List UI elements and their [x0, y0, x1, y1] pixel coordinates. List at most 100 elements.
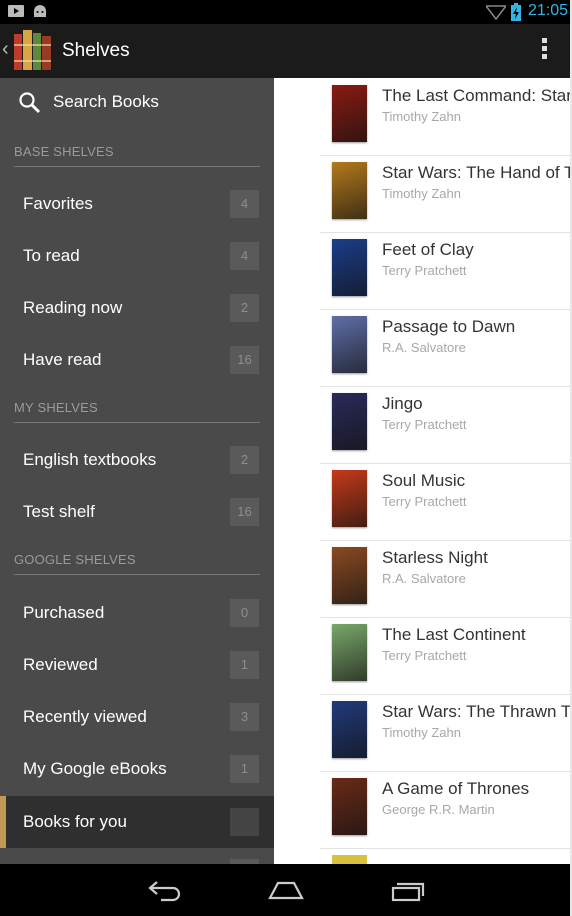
page-title: Shelves [62, 40, 130, 61]
navigation-drawer: Search Books BASE SHELVES Favorites 4 To… [0, 78, 274, 864]
shelf-item-to-read[interactable]: To read 4 [0, 230, 274, 282]
recent-apps-icon[interactable] [391, 880, 425, 902]
book-author: Terry Pratchett [382, 417, 467, 432]
shelf-label: Favorites [23, 194, 93, 213]
book-author: Terry Pratchett [382, 648, 467, 663]
book-cover [332, 239, 367, 296]
shelf-label: To read [23, 246, 80, 265]
app-logo-bookshelf-icon[interactable] [12, 30, 56, 72]
shelf-item-purchased[interactable]: Purchased 0 [0, 587, 274, 639]
shelf-item-recently-viewed[interactable]: Recently viewed 3 [0, 691, 274, 743]
section-title: GOOGLE SHELVES [14, 552, 136, 567]
back-icon[interactable] [147, 878, 183, 902]
book-author: Timothy Zahn [382, 725, 461, 740]
book-title: Star Wars: The Thrawn Tr [382, 702, 572, 721]
book-title: The Last Continent [382, 625, 526, 644]
shelf-item-reviewed[interactable]: Reviewed 1 [0, 639, 274, 691]
section-header-my-shelves: MY SHELVES [14, 392, 260, 423]
book-cover [332, 316, 367, 373]
book-list-item[interactable]: Star Wars: The Thrawn Tr Timothy Zahn [320, 694, 572, 772]
book-cover [332, 85, 367, 142]
shelf-count-badge: 2 [230, 294, 259, 322]
book-cover [332, 624, 367, 681]
shelf-label: Purchased [23, 603, 105, 622]
book-list: The Last Command: Star Timothy Zahn Star… [274, 78, 572, 864]
book-author: R.A. Salvatore [382, 571, 466, 586]
play-store-icon [8, 5, 24, 17]
book-cover [332, 855, 367, 864]
book-author: Timothy Zahn [382, 109, 461, 124]
book-list-item[interactable]: Passage to Dawn R.A. Salvatore [320, 309, 572, 387]
book-cover [332, 701, 367, 758]
shelf-label: Reading now [23, 298, 123, 317]
app-window: 21:05 ‹ Shelves Search Books BASE SHELVE… [0, 0, 572, 916]
wifi-icon [486, 5, 506, 20]
search-books-label: Search Books [53, 92, 159, 111]
book-cover [332, 547, 367, 604]
book-author: Timothy Zahn [382, 186, 461, 201]
book-list-item[interactable]: Jingo Terry Pratchett [320, 386, 572, 464]
book-title: Starless Night [382, 548, 488, 567]
book-title: Soul Music [382, 471, 466, 490]
shelf-count-badge: 16 [230, 346, 259, 374]
shelf-count-badge: 16 [230, 498, 259, 526]
book-author: Terry Pratchett [382, 494, 467, 509]
shelf-label: Recently viewed [23, 707, 147, 726]
book-author: Terry Pratchett [382, 263, 467, 278]
book-list-item[interactable]: Star Wars: The Hand of T Timothy Zahn [320, 155, 572, 233]
shelf-count-badge: 4 [230, 242, 259, 270]
book-list-item[interactable]: Soul Music Terry Pratchett [320, 463, 572, 541]
shelf-item-favorites[interactable]: Favorites 4 [0, 178, 274, 230]
section-title: BASE SHELVES [14, 144, 114, 159]
shelf-item-test-shelf[interactable]: Test shelf 16 [0, 486, 274, 538]
book-author: George R.R. Martin [382, 802, 495, 817]
section-header-base-shelves: BASE SHELVES [14, 136, 260, 167]
book-title: Feet of Clay [382, 240, 474, 259]
home-icon[interactable] [268, 880, 304, 900]
book-cover [332, 470, 367, 527]
book-list-item-partial[interactable] [320, 848, 572, 864]
action-bar: ‹ Shelves [0, 24, 572, 78]
status-bar: 21:05 [0, 0, 572, 24]
shelf-count-badge: 3 [230, 703, 259, 731]
battery-charging-icon [511, 3, 521, 21]
overflow-menu-icon[interactable] [542, 38, 548, 62]
shelf-label: My Google eBooks [23, 759, 167, 778]
book-author: R.A. Salvatore [382, 340, 466, 355]
selection-indicator [0, 796, 6, 848]
android-icon [34, 5, 46, 17]
book-title: A Game of Thrones [382, 779, 530, 798]
shelf-item-have-read[interactable]: Have read 16 [0, 334, 274, 386]
book-title: Jingo [382, 394, 423, 413]
shelf-label: Reviewed [23, 655, 98, 674]
book-title: Star Wars: The Hand of T [382, 163, 572, 182]
book-cover [332, 393, 367, 450]
up-caret-icon[interactable]: ‹ [2, 38, 9, 61]
shelf-item-my-google-ebooks[interactable]: My Google eBooks 1 [0, 743, 274, 795]
book-list-item[interactable]: The Last Continent Terry Pratchett [320, 617, 572, 695]
section-title: MY SHELVES [14, 400, 98, 415]
book-list-item[interactable]: Starless Night R.A. Salvatore [320, 540, 572, 618]
shelf-count-badge: 4 [230, 190, 259, 218]
book-title: Passage to Dawn [382, 317, 516, 336]
shelf-item-books-for-you[interactable]: Books for you [0, 796, 274, 848]
shelf-count-badge: 2 [230, 446, 259, 474]
book-cover [332, 162, 367, 219]
shelf-item-reading-now[interactable]: Reading now 2 [0, 282, 274, 334]
search-books-item[interactable]: Search Books [0, 78, 274, 126]
shelf-label: Have read [23, 350, 102, 369]
shelf-item-partial[interactable] [0, 849, 274, 864]
shelf-item-english-textbooks[interactable]: English textbooks 2 [0, 434, 274, 486]
book-list-item[interactable]: A Game of Thrones George R.R. Martin [320, 771, 572, 849]
shelf-count-badge: 1 [230, 755, 259, 783]
system-navigation-bar [0, 864, 572, 916]
shelf-count-badge: 1 [230, 651, 259, 679]
book-title: The Last Command: Star [382, 86, 572, 105]
book-cover [332, 778, 367, 835]
shelf-label: Books for you [23, 812, 127, 831]
shelf-count-badge [230, 808, 259, 836]
shelf-label: Test shelf [23, 502, 95, 521]
book-list-item[interactable]: Feet of Clay Terry Pratchett [320, 232, 572, 310]
book-list-item[interactable]: The Last Command: Star Timothy Zahn [320, 78, 572, 156]
section-header-google-shelves: GOOGLE SHELVES [14, 544, 260, 575]
